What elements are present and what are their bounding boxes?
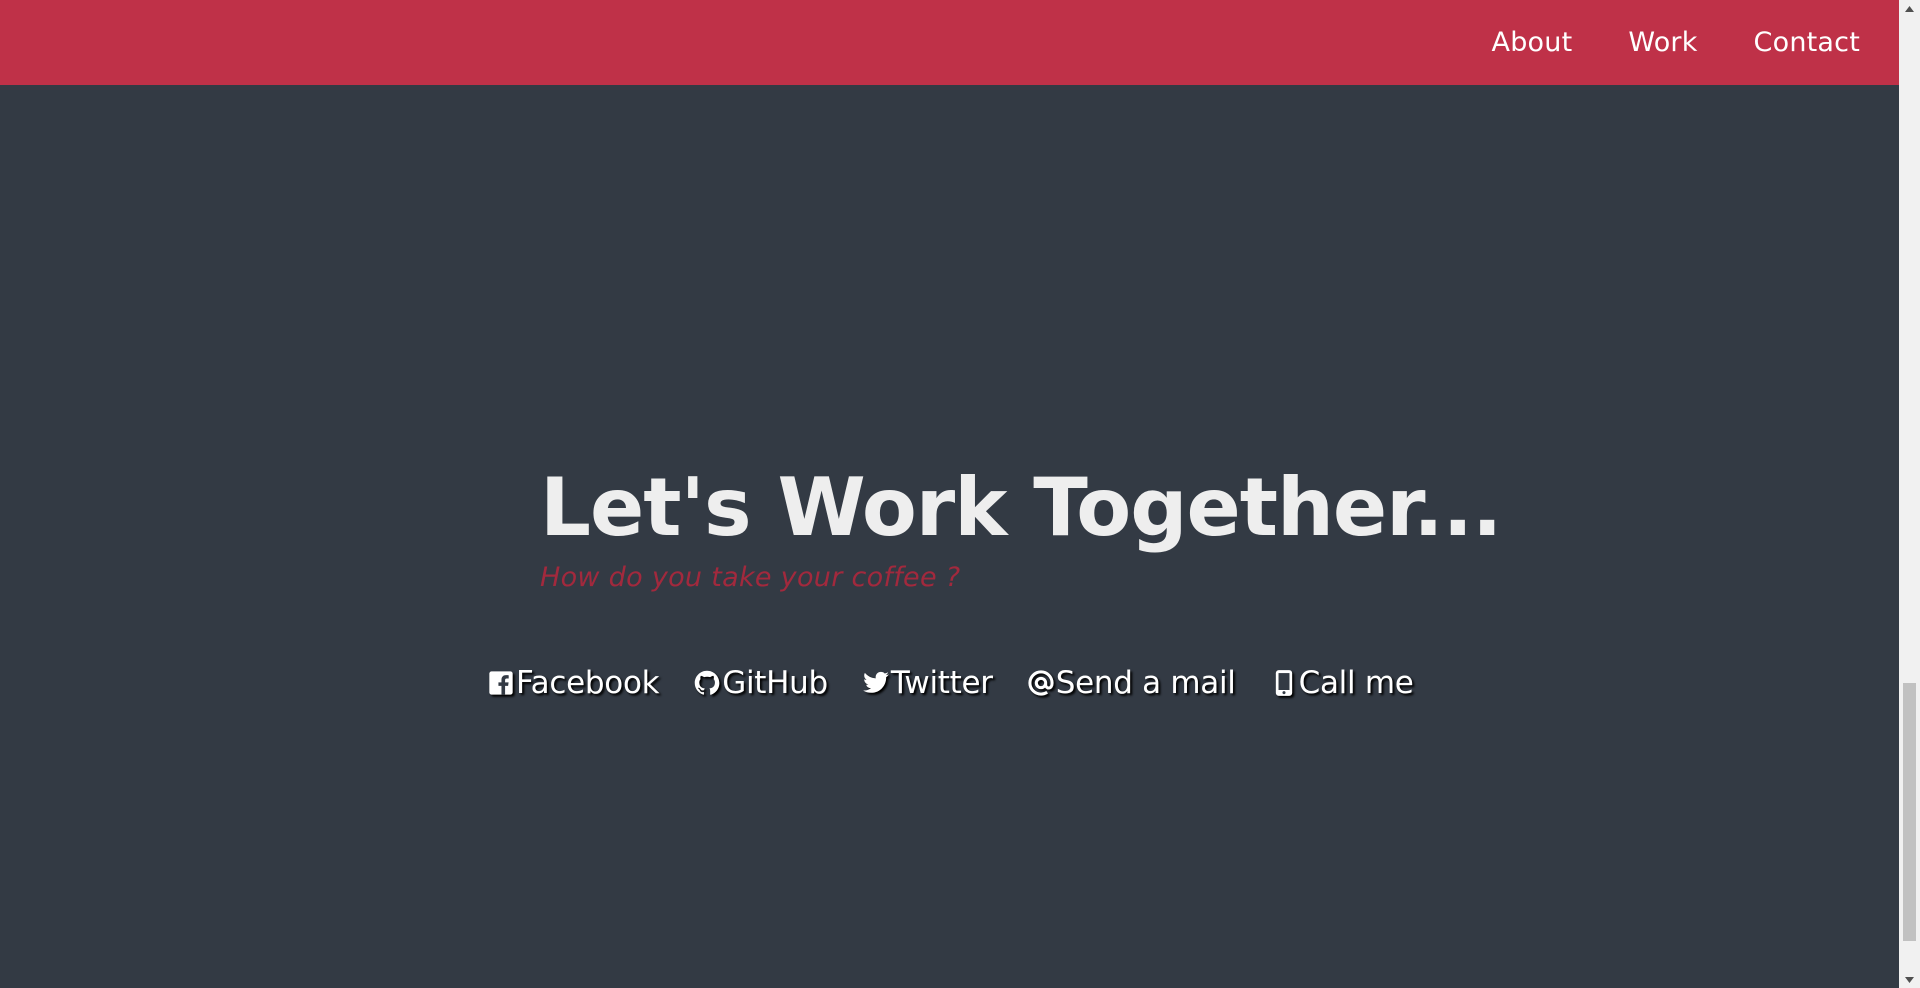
call-me-link[interactable]: Call me <box>1270 665 1414 701</box>
mobile-phone-icon <box>1270 669 1298 697</box>
twitter-link[interactable]: Twitter <box>862 665 993 701</box>
facebook-link[interactable]: Facebook <box>487 665 660 701</box>
twitter-label: Twitter <box>890 665 993 701</box>
at-sign-icon <box>1027 669 1055 697</box>
contact-hero: Let's Work Together... How do you take y… <box>540 458 1502 593</box>
scrollbar-thumb[interactable] <box>1903 683 1916 941</box>
scroll-up-arrow-icon[interactable] <box>1899 0 1920 17</box>
hero-subtitle: How do you take your coffee ? <box>540 562 961 593</box>
nav-menu: About Work Contact <box>1492 0 1860 85</box>
facebook-icon <box>487 669 515 697</box>
send-mail-label: Send a mail <box>1055 665 1236 701</box>
facebook-label: Facebook <box>516 665 660 701</box>
nav-link-work[interactable]: Work <box>1628 27 1697 58</box>
call-me-label: Call me <box>1298 665 1414 701</box>
vertical-scrollbar[interactable] <box>1899 0 1920 988</box>
github-link[interactable]: GitHub <box>693 665 828 701</box>
nav-link-contact[interactable]: Contact <box>1754 27 1860 58</box>
github-icon <box>693 669 721 697</box>
github-label: GitHub <box>722 665 828 701</box>
social-links: Facebook GitHub Twitter Send a mail Call… <box>487 662 1414 704</box>
twitter-icon <box>862 669 890 697</box>
page-viewport: About Work Contact Let's Work Together..… <box>0 0 1899 988</box>
top-navbar: About Work Contact <box>0 0 1899 85</box>
nav-link-about[interactable]: About <box>1492 27 1573 58</box>
scroll-down-arrow-icon[interactable] <box>1899 971 1920 988</box>
send-mail-link[interactable]: Send a mail <box>1027 665 1236 701</box>
hero-title: Let's Work Together... <box>540 461 1502 554</box>
